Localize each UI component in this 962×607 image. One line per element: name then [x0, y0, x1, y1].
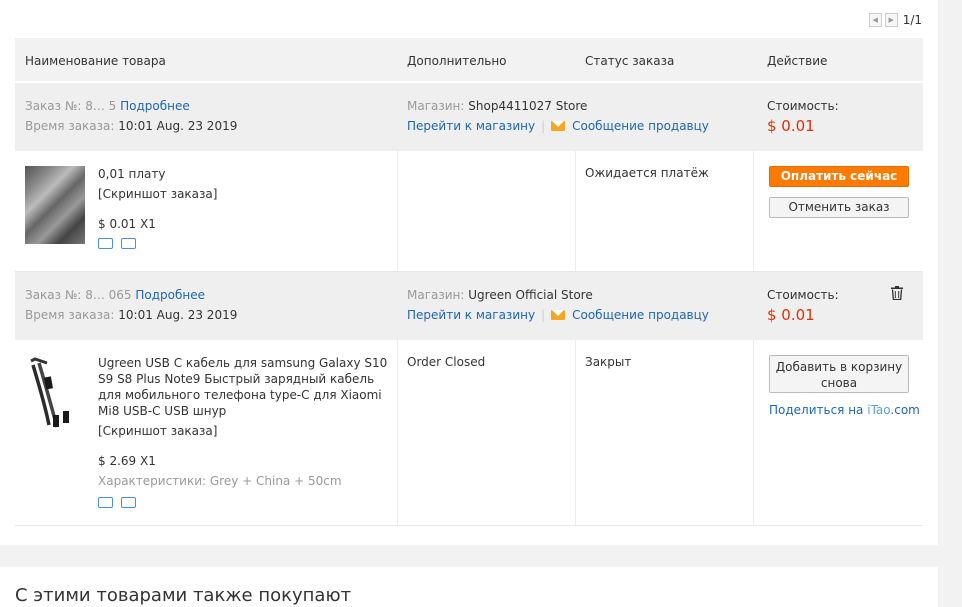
store-name: Shop4411027 Store [468, 99, 588, 113]
product-title-link[interactable]: 0,01 плату [98, 166, 217, 182]
pay-now-button[interactable]: Оплатить сейчас [769, 166, 909, 187]
divider: | [541, 119, 546, 133]
store-label: Магазин: [407, 288, 465, 302]
recommendations-title: С этими товарами также покупают [15, 585, 352, 606]
next-page-button[interactable]: ▶ [884, 13, 898, 27]
cost-label: Стоимость: [767, 288, 839, 302]
cancel-order-button[interactable]: Отменить заказ [769, 197, 909, 218]
chevron-left-icon: ◀ [872, 16, 878, 24]
order-number: 8… 065 [85, 288, 132, 302]
goto-store-link[interactable]: Перейти к магазину [407, 308, 535, 322]
header-action: Действие [767, 54, 828, 68]
store-label: Магазин: [407, 99, 465, 113]
cost-label: Стоимость: [767, 99, 839, 113]
envelope-icon [551, 121, 566, 131]
table-header: Наименование товара Дополнительно Статус… [15, 38, 923, 83]
header-product: Наименование товара [25, 54, 166, 68]
order-details-link[interactable]: Подробнее [135, 288, 205, 302]
snapshot-link[interactable]: [Скриншот заказа] [98, 186, 217, 202]
extra-info: Order Closed [407, 355, 486, 369]
product-title-link[interactable]: Ugreen USB C кабель для samsung Galaxy S… [98, 355, 388, 419]
order-number-label: Заказ №: [25, 99, 82, 113]
snapshot-link[interactable]: [Скриншот заказа] [98, 423, 388, 439]
orders-panel: ◀ ▶ 1/1 Наименование товара Дополнительн… [0, 0, 938, 545]
order-status: Ожидается платёж [585, 166, 709, 180]
header-extra: Дополнительно [407, 54, 507, 68]
order-number: 8… 5 [85, 99, 117, 113]
goto-store-link[interactable]: Перейти к магазину [407, 119, 535, 133]
product-thumbnail[interactable] [25, 355, 85, 433]
order-status: Закрыт [585, 355, 632, 369]
order-header: Заказ №: 8… 065 Подробнее Время заказа: … [15, 272, 923, 340]
pager: ◀ ▶ 1/1 [868, 13, 922, 27]
order-time-label: Время заказа: [25, 119, 115, 133]
order-number-label: Заказ №: [25, 288, 82, 302]
order-time: 10:01 Aug. 23 2019 [118, 308, 238, 322]
add-to-cart-again-button[interactable]: Добавить в корзину снова [769, 355, 909, 393]
order-header: Заказ №: 8… 5 Подробнее Время заказа: 10… [15, 83, 923, 151]
envelope-icon [551, 310, 566, 320]
truck-icon[interactable] [98, 238, 113, 249]
order-cost: $ 0.01 [767, 117, 815, 135]
truck-icon[interactable] [98, 497, 113, 508]
store-name: Ugreen Official Store [468, 288, 593, 302]
return-icon[interactable] [121, 497, 136, 508]
product-thumbnail[interactable] [25, 166, 85, 244]
trash-icon[interactable] [891, 286, 903, 300]
share-link[interactable]: Поделиться на iTao.com [769, 403, 920, 417]
page-indicator: 1/1 [902, 13, 922, 27]
order-time: 10:01 Aug. 23 2019 [118, 119, 238, 133]
recommendations-panel: С этими товарами также покупают [0, 567, 938, 607]
price-qty: $ 0.01 X1 [98, 217, 156, 231]
chevron-right-icon: ▶ [888, 16, 894, 24]
message-seller-link[interactable]: Сообщение продавцу [572, 308, 709, 322]
divider: | [541, 308, 546, 322]
header-status: Статус заказа [585, 54, 675, 68]
return-icon[interactable] [121, 238, 136, 249]
order-time-label: Время заказа: [25, 308, 115, 322]
order-item-row: 0,01 плату [Скриншот заказа] $ 0.01 X1 О… [15, 151, 923, 272]
order-cost: $ 0.01 [767, 306, 815, 324]
message-seller-link[interactable]: Сообщение продавцу [572, 119, 709, 133]
prev-page-button[interactable]: ◀ [868, 13, 882, 27]
orders-table: Наименование товара Дополнительно Статус… [15, 38, 923, 526]
product-specs: Характеристики: Grey + China + 50cm [98, 474, 342, 488]
order-details-link[interactable]: Подробнее [120, 99, 190, 113]
price-qty: $ 2.69 X1 [98, 454, 156, 468]
order-item-row: Ugreen USB C кабель для samsung Galaxy S… [15, 340, 923, 526]
